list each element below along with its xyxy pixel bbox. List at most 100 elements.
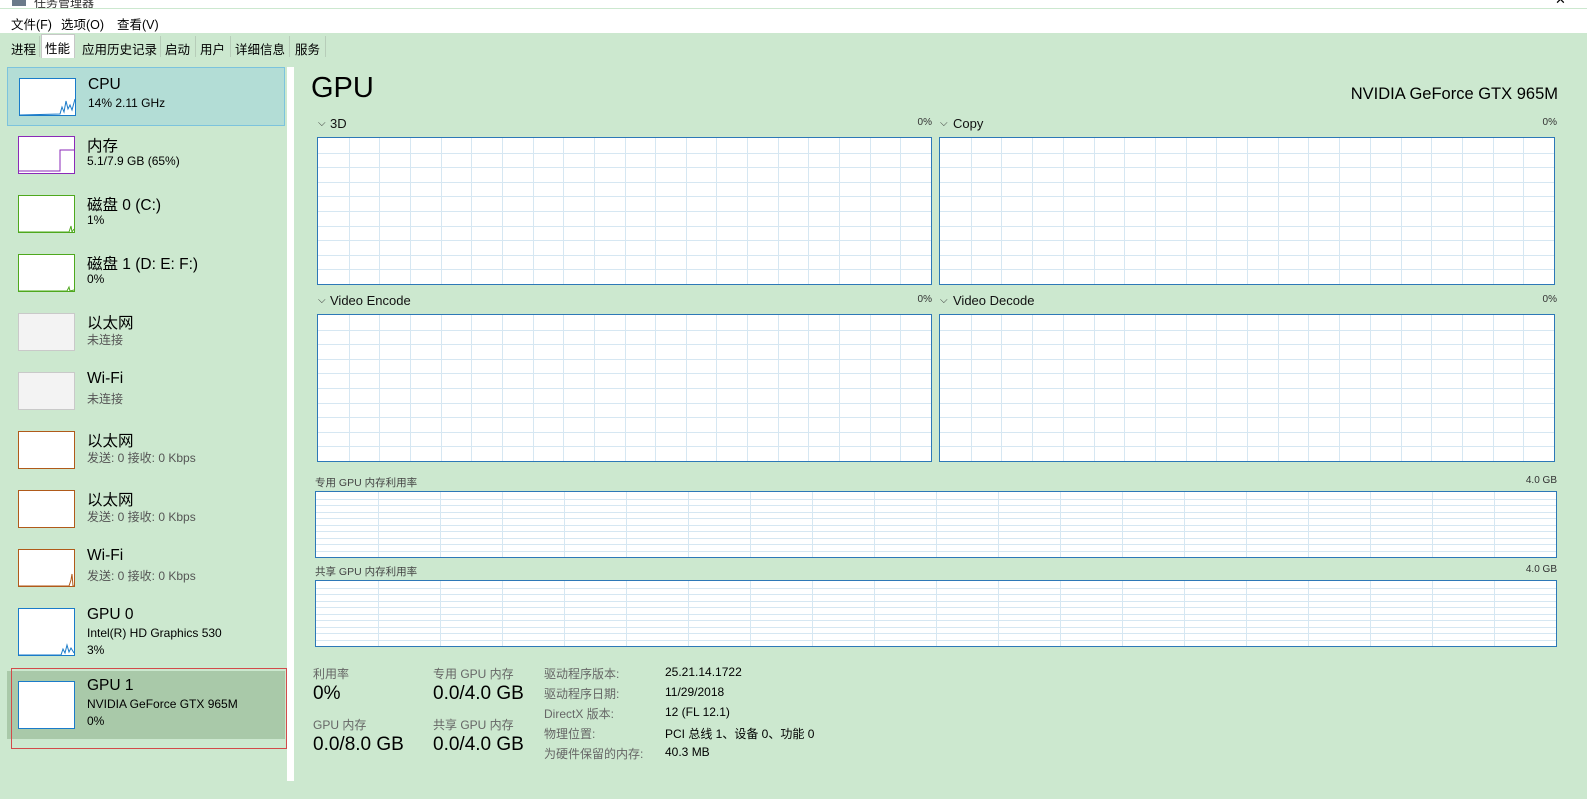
sidebar-item-name: 以太网 <box>87 315 134 332</box>
page-title: GPU <box>311 72 374 104</box>
ethernet1-thumbnail-graph <box>18 431 75 469</box>
sidebar-item-sub: 0% <box>87 272 105 286</box>
window-title: 任务管理器 <box>34 0 95 8</box>
tab-performance[interactable]: 性能 <box>41 34 75 58</box>
tab-app-history[interactable]: 应用历史记录 <box>79 36 161 57</box>
sidebar-item-sub2: 3% <box>87 643 105 657</box>
menu-options[interactable]: 选项(O) <box>61 14 104 33</box>
sidebar-item-name: Wi-Fi <box>87 370 124 387</box>
driver-version-key: 驱动程序版本: <box>544 667 620 681</box>
physical-location-key: 物理位置: <box>544 727 596 741</box>
sidebar-item-sub: 发送: 0 接收: 0 Kbps <box>87 451 196 465</box>
sidebar-item-name: 磁盘 0 (C:) <box>87 197 162 214</box>
close-icon[interactable]: ✕ <box>1555 0 1566 8</box>
driver-date-value: 11/29/2018 <box>665 685 725 699</box>
sidebar-item-gpu0[interactable]: GPU 0 Intel(R) HD Graphics 530 3% <box>7 598 285 664</box>
engine-copy-label[interactable]: Copy <box>953 116 983 131</box>
engine-video-encode-graph <box>317 314 932 462</box>
wifi-thumbnail-graph <box>18 372 75 410</box>
cpu-thumbnail-graph <box>19 78 76 116</box>
sidebar-item-disk1[interactable]: 磁盘 1 (D: E: F:) 0% <box>7 244 285 303</box>
engine-copy-graph <box>939 137 1555 285</box>
sidebar-item-wifi-disconnected[interactable]: Wi-Fi 未连接 <box>7 362 285 421</box>
engine-video-encode-label[interactable]: Video Encode <box>330 293 411 308</box>
tab-bar: 进程 性能 应用历史记录 启动 用户 详细信息 服务 <box>0 33 1587 60</box>
tab-services[interactable]: 服务 <box>292 36 326 57</box>
shared-value: 0.0/4.0 GB <box>433 734 524 755</box>
app-icon <box>12 0 26 6</box>
gpu-mem-label: GPU 内存 <box>313 718 367 732</box>
shared-mem-max: 4.0 GB <box>1525 564 1557 575</box>
driver-date-key: 驱动程序日期: <box>544 687 620 701</box>
sidebar-item-sub: 未连接 <box>87 392 124 406</box>
sidebar-item-name: 磁盘 1 (D: E: F:) <box>87 256 199 273</box>
dedicated-label: 专用 GPU 内存 <box>433 667 514 681</box>
driver-version-value: 25.21.14.1722 <box>665 665 742 679</box>
dedicated-value: 0.0/4.0 GB <box>433 683 524 704</box>
sidebar-item-ethernet-2[interactable]: 以太网 发送: 0 接收: 0 Kbps <box>7 480 285 539</box>
sidebar-item-memory[interactable]: 内存 5.1/7.9 GB (65%) <box>7 126 285 185</box>
tab-processes[interactable]: 进程 <box>8 36 40 57</box>
chevron-down-icon[interactable]: ⌵ <box>318 118 326 129</box>
shared-mem-graph <box>315 580 1557 647</box>
sidebar-item-name: 内存 <box>87 138 119 155</box>
directx-version-key: DirectX 版本: <box>544 707 615 721</box>
reserved-memory-key: 为硬件保留的内存: <box>544 747 644 761</box>
sidebar-item-sub: 未连接 <box>87 333 124 347</box>
chevron-down-icon[interactable]: ⌵ <box>318 295 326 306</box>
shared-label: 共享 GPU 内存 <box>433 718 514 732</box>
sidebar-item-disk0[interactable]: 磁盘 0 (C:) 1% <box>7 185 285 244</box>
engine-video-encode-pct: 0% <box>917 294 932 305</box>
sidebar-item-name: Wi-Fi <box>87 547 124 564</box>
sidebar-item-name: 以太网 <box>87 433 134 450</box>
disk0-thumbnail-graph <box>18 195 75 233</box>
memory-thumbnail-graph <box>18 136 75 174</box>
sidebar-item-sub: 5.1/7.9 GB (65%) <box>87 154 180 168</box>
sidebar-item-name: 以太网 <box>87 492 134 509</box>
directx-version-value: 12 (FL 12.1) <box>665 705 730 719</box>
chevron-down-icon[interactable]: ⌵ <box>940 295 948 306</box>
dedicated-mem-max: 4.0 GB <box>1525 475 1557 486</box>
sidebar-item-name: GPU 0 <box>87 606 134 623</box>
ethernet-thumbnail-graph <box>18 313 75 351</box>
pane-splitter[interactable] <box>287 67 294 781</box>
menu-file[interactable]: 文件(F) <box>11 14 52 33</box>
utilization-value: 0% <box>313 683 341 704</box>
dedicated-mem-label: 专用 GPU 内存利用率 <box>315 477 418 489</box>
engine-video-decode-pct: 0% <box>1542 294 1557 305</box>
gpu0-thumbnail-graph <box>18 608 75 656</box>
sidebar-item-sub: 14% 2.11 GHz <box>88 96 166 110</box>
sidebar-item-ethernet-disconnected[interactable]: 以太网 未连接 <box>7 303 285 362</box>
engine-3d-graph <box>317 137 932 285</box>
selection-highlight-box <box>11 668 287 749</box>
engine-copy-pct: 0% <box>1542 117 1557 128</box>
engine-video-decode-graph <box>939 314 1555 462</box>
disk1-thumbnail-graph <box>18 254 75 292</box>
physical-location-value: PCI 总线 1、设备 0、功能 0 <box>665 727 815 741</box>
sidebar-item-wifi-active[interactable]: Wi-Fi 发送: 0 接收: 0 Kbps <box>7 539 285 598</box>
utilization-label: 利用率 <box>313 667 350 681</box>
chevron-down-icon[interactable]: ⌵ <box>940 118 948 129</box>
tab-details[interactable]: 详细信息 <box>232 36 290 57</box>
sidebar-item-ethernet-1[interactable]: 以太网 发送: 0 接收: 0 Kbps <box>7 421 285 480</box>
gpu-mem-value: 0.0/8.0 GB <box>313 734 404 755</box>
reserved-memory-value: 40.3 MB <box>665 745 710 759</box>
engine-3d-label[interactable]: 3D <box>330 116 347 131</box>
device-name: NVIDIA GeForce GTX 965M <box>1350 85 1558 103</box>
sidebar-item-sub: 1% <box>87 213 105 227</box>
tab-startup[interactable]: 启动 <box>162 36 196 57</box>
engine-video-decode-label[interactable]: Video Decode <box>953 293 1034 308</box>
dedicated-mem-graph <box>315 491 1557 558</box>
sidebar-item-sub: 发送: 0 接收: 0 Kbps <box>87 510 196 524</box>
sidebar-item-cpu[interactable]: CPU 14% 2.11 GHz <box>7 67 285 126</box>
menu-bar: 文件(F) 选项(O) 查看(V) <box>0 9 1587 33</box>
sidebar-item-sub: 发送: 0 接收: 0 Kbps <box>87 569 196 583</box>
title-bar: 任务管理器 ✕ <box>0 0 1587 8</box>
menu-view[interactable]: 查看(V) <box>117 14 159 33</box>
engine-3d-pct: 0% <box>917 117 932 128</box>
shared-mem-label: 共享 GPU 内存利用率 <box>315 566 418 578</box>
wifi-active-thumbnail-graph <box>18 549 75 587</box>
sidebar-item-sub: Intel(R) HD Graphics 530 <box>87 626 222 640</box>
ethernet2-thumbnail-graph <box>18 490 75 528</box>
tab-users[interactable]: 用户 <box>197 36 231 57</box>
